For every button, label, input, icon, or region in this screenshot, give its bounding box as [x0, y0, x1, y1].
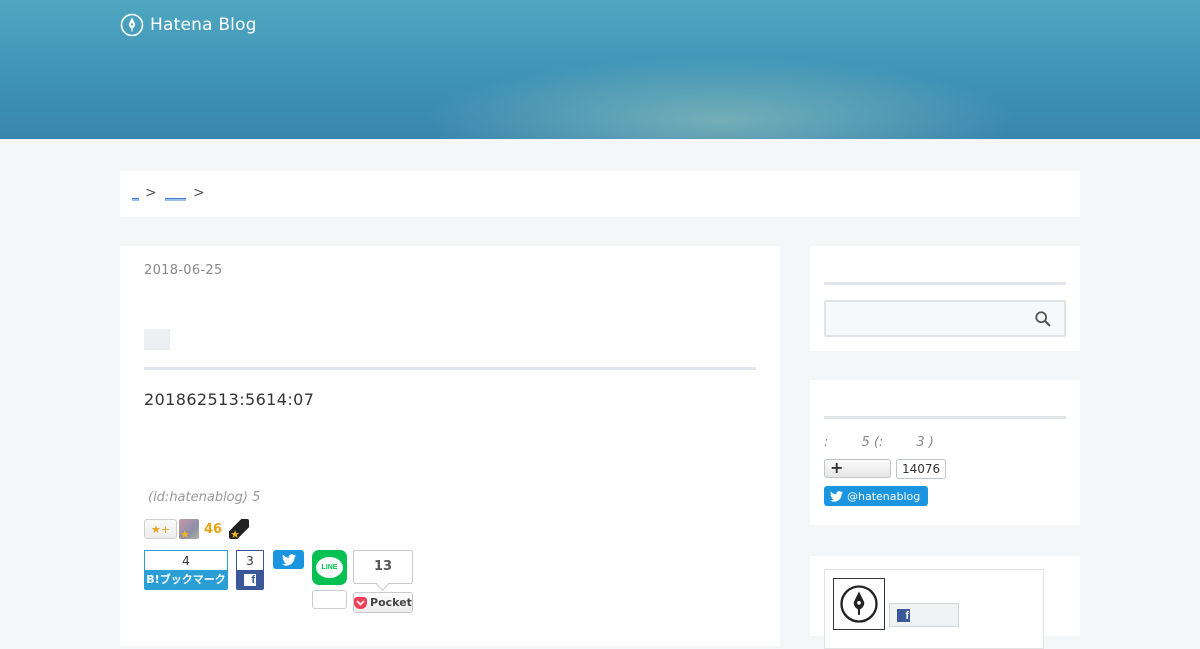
article-card: 2018-06-25 201862513:5614:07 (id:hatenab… — [120, 246, 780, 646]
facebook-icon[interactable]: f — [236, 570, 264, 590]
star-icon: ★ — [230, 528, 240, 539]
facebook-share-count[interactable]: 3 — [236, 550, 264, 571]
breadcrumb-separator: > — [193, 185, 205, 201]
breadcrumb: _ > ___ > — [120, 171, 1080, 217]
line-share-count — [312, 590, 347, 609]
blog-header: Hatena Blog — [0, 0, 1200, 139]
module-title-divider — [824, 282, 1066, 285]
article-body-text: 201862513:5614:07 — [144, 390, 315, 409]
pocket-save-button[interactable]: Pocket — [353, 592, 413, 613]
add-star-button[interactable]: ★+ — [144, 519, 177, 539]
facebook-like-button[interactable]: f — [889, 603, 959, 627]
line-icon: LINE — [316, 557, 343, 578]
search-icon[interactable] — [1034, 310, 1052, 328]
search-input[interactable] — [824, 300, 1066, 337]
pocket-label: Pocket — [370, 596, 412, 609]
follow-button[interactable]: + — [824, 458, 891, 478]
twitter-follow-button[interactable]: @hatenablog — [824, 486, 928, 506]
hatena-bookmark-count[interactable]: 4 — [144, 550, 228, 571]
logo-text: Hatena Blog — [150, 15, 257, 35]
breadcrumb-category-link[interactable]: ___ — [165, 185, 186, 201]
line-share-button[interactable]: LINE — [312, 550, 347, 585]
hatena-bookmark-button[interactable]: 4 B!ブックマーク — [144, 550, 228, 590]
facebook-share-button[interactable]: 3 f — [236, 550, 264, 590]
star-user-avatar[interactable]: ★ — [229, 519, 250, 539]
subscriber-info: : 5 (: 3 ) — [824, 435, 934, 450]
author-info[interactable]: (id:hatenablog) 5 — [148, 490, 260, 505]
article-date[interactable]: 2018-06-25 — [144, 263, 223, 278]
twitter-icon — [830, 490, 843, 502]
hatena-pen-icon — [120, 13, 144, 37]
pocket-count[interactable]: 13 — [353, 550, 413, 584]
twitter-handle: @hatenablog — [847, 489, 921, 503]
hatena-pen-icon — [840, 585, 878, 623]
twitter-share-button[interactable] — [273, 550, 304, 569]
breadcrumb-home-link[interactable]: _ — [132, 185, 139, 201]
hatena-bookmark-label[interactable]: B!ブックマーク — [144, 570, 228, 590]
star-icon: ★ — [180, 528, 190, 539]
hatena-star-row: ★+ ★ 46 ★ — [144, 518, 250, 540]
profile-card: f — [824, 569, 1044, 649]
star-count[interactable]: 46 — [204, 522, 222, 537]
breadcrumb-separator: > — [145, 185, 157, 201]
pocket-icon — [354, 596, 368, 609]
plus-icon: + — [830, 458, 844, 477]
sidebar-search-module — [810, 246, 1080, 351]
article-title-placeholder — [144, 329, 170, 350]
twitter-icon — [281, 553, 296, 566]
hatena-blog-logo[interactable]: Hatena Blog — [120, 13, 257, 37]
facebook-icon: f — [897, 608, 910, 622]
module-title-divider — [824, 416, 1066, 419]
title-divider — [144, 367, 756, 370]
share-buttons: 4 B!ブックマーク 3 f LINE 13 Pocket — [144, 550, 444, 620]
sidebar-profile-module: f — [810, 556, 1080, 649]
follower-count[interactable]: 14076 — [896, 459, 947, 479]
star-user-avatar[interactable]: ★ — [179, 519, 199, 539]
profile-avatar[interactable] — [833, 578, 885, 630]
sidebar-subscribe-module: : 5 (: 3 ) + 14076 @hatenablog — [810, 380, 1080, 525]
